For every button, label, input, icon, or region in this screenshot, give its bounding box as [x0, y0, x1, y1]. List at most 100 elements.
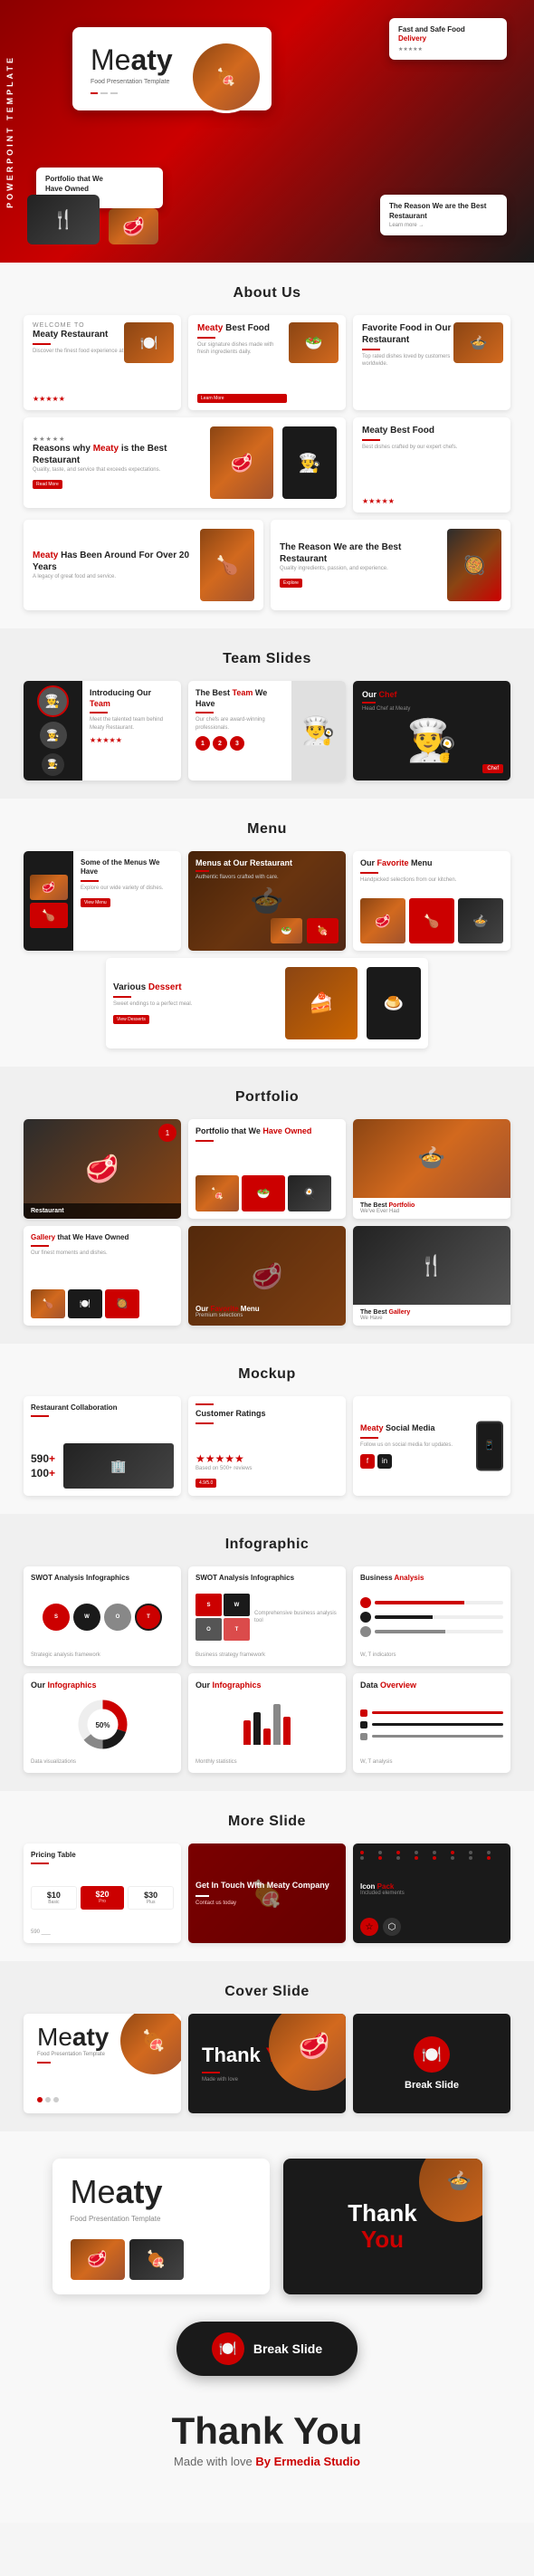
cover-slide-section: Cover Slide Meaty Food Presentation Temp… — [0, 1961, 534, 2131]
break-icon: 🍽️ — [414, 2036, 450, 2073]
more-card-2: 🍖 Get In Touch With Meaty Company Contac… — [188, 1843, 346, 1943]
about-card-1-img: 🍽️ — [124, 322, 174, 363]
hero-reason-card: The Reason We are the BestRestaurant Lea… — [380, 195, 507, 235]
break-slide-button: 🍽️ Break Slide — [176, 2322, 358, 2376]
phone-mockup: 📱 — [476, 1422, 503, 1471]
team-card-3: Our Chef Head Chef at Meaty 👨‍🍳 Chef — [353, 681, 510, 780]
about-card-2-img: 🥗 — [289, 322, 339, 363]
portfolio-section: Portfolio 🥩 Restaurant 1 Portfolio that … — [0, 1067, 534, 1344]
thankyou-meaty-food-img: 🥩 — [71, 2239, 125, 2280]
team-card-3-img: 👨‍🍳 — [406, 716, 457, 764]
team-title: Team Slides — [14, 651, 520, 667]
thankyou-cards-grid: Meaty Food Presentation Template 🥩 🍖 🍲 T… — [14, 2159, 520, 2294]
infographic-section: Infographic SWOT Analysis Infographics S… — [0, 1514, 534, 1791]
menu-fav-img-3: 🍲 — [458, 898, 503, 943]
menu-grid: 🥩 🍗 Some of the Menus We Have Explore ou… — [14, 851, 520, 951]
about-card-3: Favorite Food in Our Restaurant Top rate… — [353, 315, 510, 410]
about-card-4-img2: 👨‍🍳 — [282, 426, 337, 499]
cover-card-break: 🍽️ Break Slide — [353, 2014, 510, 2113]
mockup-section: Mockup Restaurant Collaboration 590+ 100… — [0, 1344, 534, 1514]
team-card-2: The Best Team We Have Our chefs are awar… — [188, 681, 346, 780]
portfolio-title-text: Portfolio — [14, 1089, 520, 1106]
cover-grid: Meaty Food Presentation Template 🍖 🥩 — [14, 2014, 520, 2113]
thankyou-food-circle: 🍲 — [419, 2159, 482, 2222]
cover-slide-title: Cover Slide — [14, 1984, 520, 2000]
about-card-7-img: 🥘 — [447, 529, 501, 601]
portfolio-title: Portfolio that WeHave Owned — [45, 175, 154, 194]
team-grid: 👨‍🍳 👩‍🍳 🧑‍🍳 Introducing Our Team Meet th… — [14, 681, 520, 780]
about-us-title: About Us — [14, 285, 520, 302]
port-card-2: Portfolio that We Have Owned 🍖 🥗 🍳 — [188, 1119, 346, 1219]
final-thankyou: Thank You Made with love By Ermedia Stud… — [14, 2394, 520, 2504]
info-card-2: SWOT Analysis Infographics S W O T Compr… — [188, 1566, 346, 1666]
hero-delivery-card: Fast and Safe FoodDelivery ★★★★★ — [389, 18, 507, 60]
final-thankyou-title: Thank You — [27, 2412, 507, 2450]
hero-img-bottom: 🥩 — [109, 208, 158, 244]
more-slide-title: More Slide — [14, 1814, 520, 1830]
menu-dessert-img2: 🍮 — [367, 967, 421, 1039]
infographic-title: Infographic — [14, 1537, 520, 1553]
about-card-5: Meaty Best Food Best dishes crafted by o… — [353, 417, 510, 512]
about-us-section: About Us Welcome to Meaty Restaurant Dis… — [0, 263, 534, 628]
about-card-4-img: 🥩 — [210, 426, 273, 499]
info-card-3: Business Analysis — [353, 1566, 510, 1666]
mockup-card-3: Meaty Social Media Follow us on social m… — [353, 1396, 510, 1496]
mockup-title: Mockup — [14, 1366, 520, 1383]
port-card-5: 🥩 Our Favorite Menu Premium selections — [188, 1226, 346, 1326]
about-card-2: Meaty Best Food Our signature dishes mad… — [188, 315, 346, 410]
menu-card-2: 🍲 Menus at Our Restaurant Authentic flav… — [188, 851, 346, 951]
thankyou-text: ThankYou — [348, 2200, 417, 2252]
thankyou-brand: Meaty — [71, 2173, 252, 2211]
menu-dessert-img: 🍰 — [285, 967, 358, 1039]
more-card-3: Icon Pack Included elements ☆ ⬡ — [353, 1843, 510, 1943]
port-card-3-img: 🍲 — [353, 1119, 510, 1198]
info-card-6: Data Overview W, T analysis — [353, 1673, 510, 1773]
menu-fav-img-1: 🥩 — [360, 898, 405, 943]
break-slide-label: Break Slide — [253, 2341, 322, 2356]
about-card-7: The Reason We are the Best Restaurant Qu… — [271, 520, 510, 610]
port-card-1: 🥩 Restaurant 1 — [24, 1119, 181, 1219]
more-slide-section: More Slide Pricing Table $10 Basic $20 P… — [0, 1791, 534, 1961]
reason-title: The Reason We are the BestRestaurant — [389, 202, 498, 221]
about-card-6-img: 🍗 — [200, 529, 254, 601]
mockup-grid: Restaurant Collaboration 590+ 100+ 🏢 — [14, 1396, 520, 1496]
port-card-6-img: 🍴 — [353, 1226, 510, 1305]
menu-img-1: 🥩 — [30, 875, 68, 900]
about-card-4: ★★★★★ Reasons why Meaty is the Best Rest… — [24, 417, 346, 508]
port-card-6: 🍴 The Best Gallery We Have — [353, 1226, 510, 1326]
menu-sub-img-2: 🍖 — [307, 918, 339, 943]
thankyou-meaty-card: Meaty Food Presentation Template 🥩 🍖 — [52, 2159, 270, 2294]
info-card-5: Our Infographics Monthly statistics — [188, 1673, 346, 1773]
break-slide-icon: 🍽️ — [212, 2332, 244, 2365]
svg-text:50%: 50% — [95, 1721, 110, 1729]
menu-sub-img-1: 🥗 — [271, 918, 302, 943]
about-card-1: Welcome to Meaty Restaurant Discover the… — [24, 315, 181, 410]
menu-section: Menu 🥩 🍗 Some of the Menus We Have Explo… — [0, 799, 534, 1067]
hero-food-circle: 🍖 — [190, 41, 262, 113]
menu-card-1: 🥩 🍗 Some of the Menus We Have Explore ou… — [24, 851, 181, 951]
final-thankyou-subtitle: Made with love By Ermedia Studio — [27, 2455, 507, 2468]
more-grid: Pricing Table $10 Basic $20 Pro $30 Plus — [14, 1843, 520, 1943]
port-card-3: 🍲 The Best Portfolio We've Ever Had — [353, 1119, 510, 1219]
menu-img-2: 🍗 — [30, 903, 68, 928]
mockup-card-1: Restaurant Collaboration 590+ 100+ 🏢 — [24, 1396, 181, 1496]
menu-title: Menu — [14, 821, 520, 838]
mockup-img-1: 🏢 — [63, 1443, 174, 1489]
pie-chart-1: 50% — [78, 1700, 128, 1749]
info-card-4: Our Infographics 50% Data visualizations — [24, 1673, 181, 1773]
thankyou-meaty-food-img2: 🍖 — [129, 2239, 184, 2280]
about-card-6: Meaty Has Been Around For Over 20 Years … — [24, 520, 263, 610]
port-card-4: Gallery that We Have Owned Our finest mo… — [24, 1226, 181, 1326]
hero-img-left: 🍴 — [27, 195, 100, 244]
menu-fav-img-2: 🍗 — [409, 898, 454, 943]
sidebar-text: POWERPOINT TEMPLATE — [5, 55, 14, 208]
thankyou-brand-subtitle: Food Presentation Template — [71, 2215, 252, 2223]
mockup-card-2: Customer Ratings ★★★★★ Based on 500+ rev… — [188, 1396, 346, 1496]
about-card-3-img: 🍲 — [453, 322, 503, 363]
thankyou-card: 🍲 ThankYou — [283, 2159, 482, 2294]
menu-card-3: Our Favorite Menu Handpicked selections … — [353, 851, 510, 951]
hero-main-card: Meaty Food Presentation Template 🍖 — [72, 27, 272, 110]
cover-meaty-food-img: 🍖 — [118, 2014, 181, 2077]
break-label: Break Slide — [405, 2080, 459, 2091]
team-card-2-img: 👨‍🍳 — [291, 681, 346, 780]
